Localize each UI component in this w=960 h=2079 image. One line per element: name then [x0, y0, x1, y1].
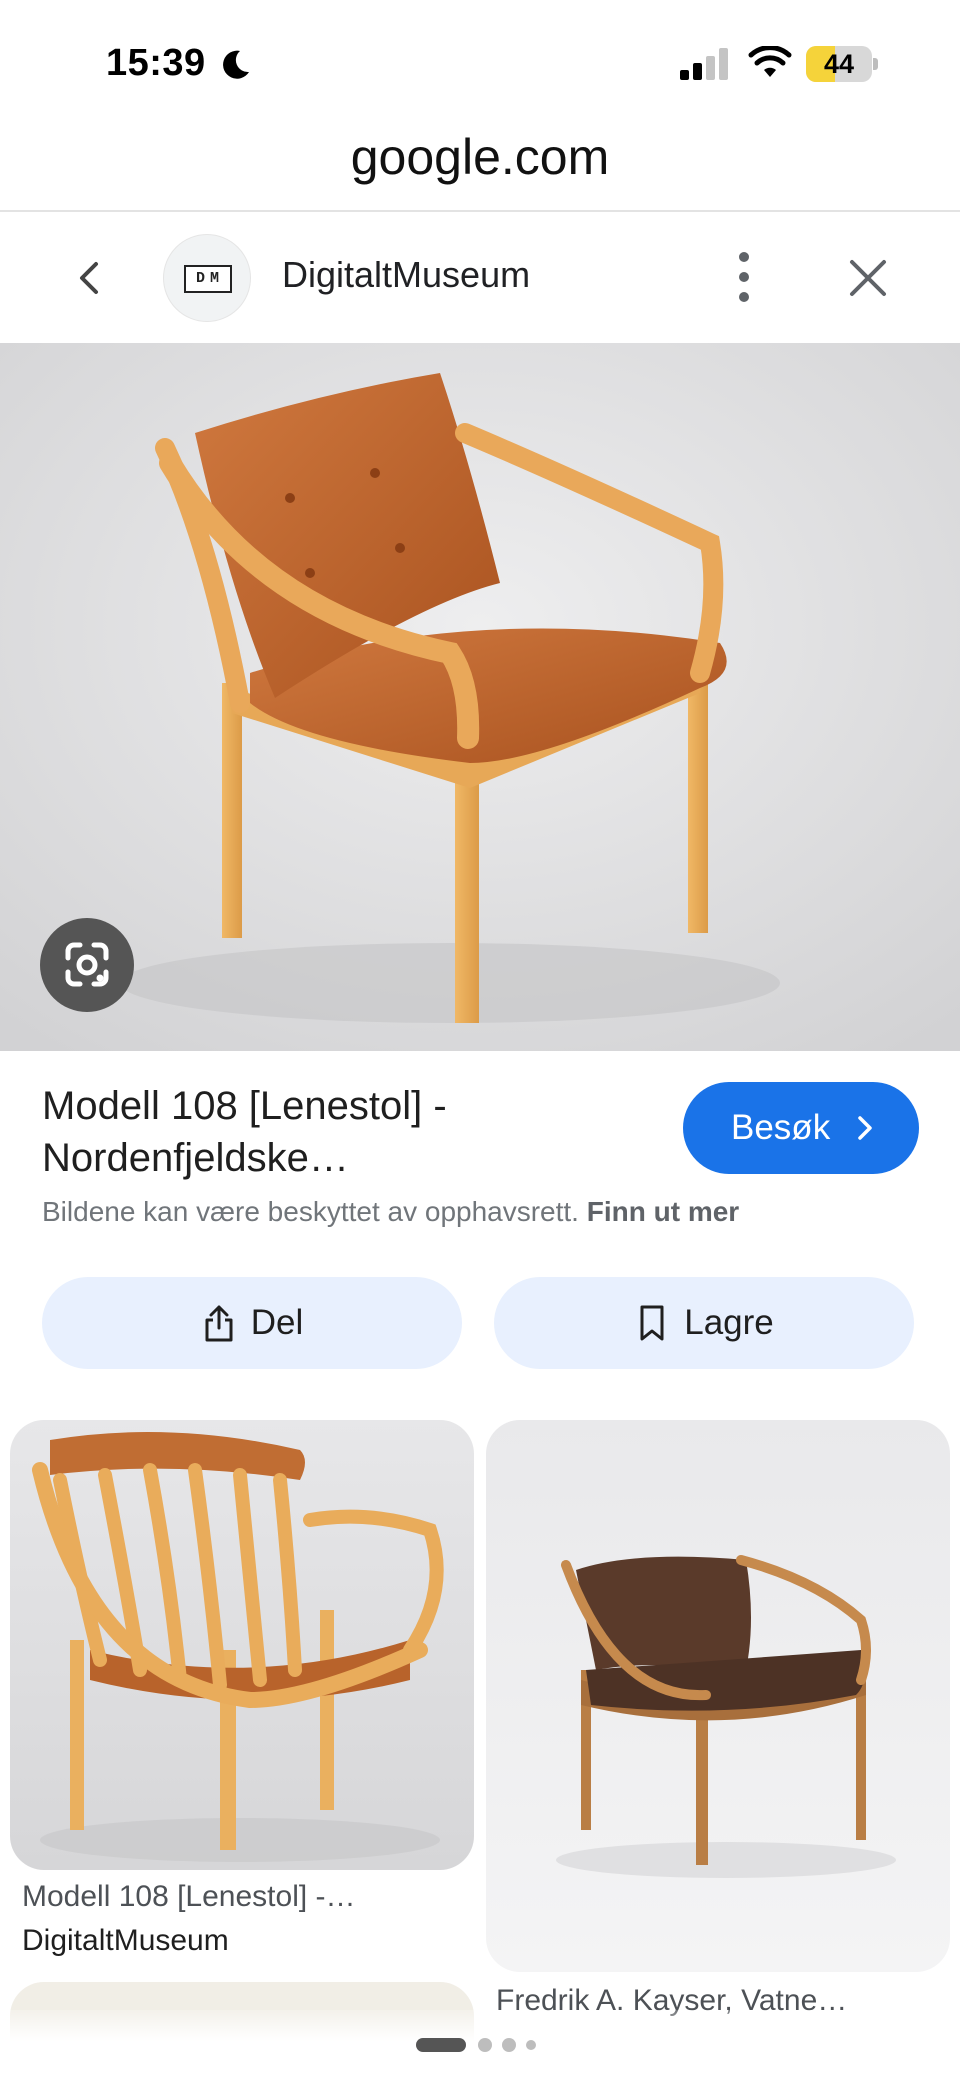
source-header: DM DigitaltMuseum — [0, 212, 960, 342]
armchair-back-image — [10, 1420, 474, 1870]
bookmark-icon — [640, 1305, 664, 1341]
close-icon[interactable] — [842, 252, 894, 304]
url-domain[interactable]: google.com — [0, 128, 960, 186]
status-bar: 15:39 44 — [0, 0, 960, 120]
source-logo-text: DM — [195, 270, 224, 287]
signal-icon — [680, 48, 728, 80]
moon-icon — [223, 50, 249, 79]
status-time: 15:39 — [106, 42, 206, 84]
page-dot — [478, 2038, 492, 2052]
related-image-2[interactable] — [486, 1420, 950, 1972]
chevron-right-icon — [858, 1116, 872, 1140]
save-label: Lagre — [684, 1303, 774, 1342]
save-button[interactable]: Lagre — [494, 1277, 914, 1369]
pagination-dots — [416, 2038, 546, 2054]
visit-label: Besøk — [731, 1108, 831, 1147]
google-lens-button[interactable] — [40, 918, 134, 1012]
hero-image[interactable] — [0, 343, 960, 1051]
share-button[interactable]: Del — [42, 1277, 462, 1369]
learn-more-link[interactable]: Finn ut mer — [587, 1196, 739, 1227]
share-icon — [205, 1305, 233, 1342]
wifi-icon — [748, 46, 792, 77]
copyright-notice: Bildene kan være beskyttet av opphavsret… — [42, 1196, 922, 1228]
related-source-1: DigitaltMuseum — [22, 1924, 229, 1957]
battery-icon: 44 — [806, 46, 878, 82]
related-image-1[interactable] — [10, 1420, 474, 1870]
result-title[interactable]: Modell 108 [Lenestol] - Nordenfjeldske… — [42, 1080, 602, 1184]
page-dot-active — [416, 2038, 466, 2052]
visit-button[interactable]: Besøk — [683, 1082, 919, 1174]
brown-armchair-image — [486, 1420, 950, 1972]
google-lens-icon — [65, 942, 109, 987]
source-logo[interactable]: DM — [163, 234, 251, 322]
source-name[interactable]: DigitaltMuseum — [282, 254, 530, 296]
page-dot — [502, 2038, 516, 2052]
copyright-text: Bildene kan være beskyttet av opphavsret… — [42, 1196, 579, 1227]
more-vert-icon[interactable] — [720, 248, 768, 306]
page-dot — [526, 2040, 536, 2050]
armchair-image — [0, 343, 960, 1051]
share-label: Del — [250, 1303, 304, 1342]
related-title-1[interactable]: Modell 108 [Lenestol] -… — [22, 1880, 462, 1914]
battery-level: 44 — [823, 49, 855, 79]
back-arrow-icon[interactable] — [66, 254, 114, 302]
